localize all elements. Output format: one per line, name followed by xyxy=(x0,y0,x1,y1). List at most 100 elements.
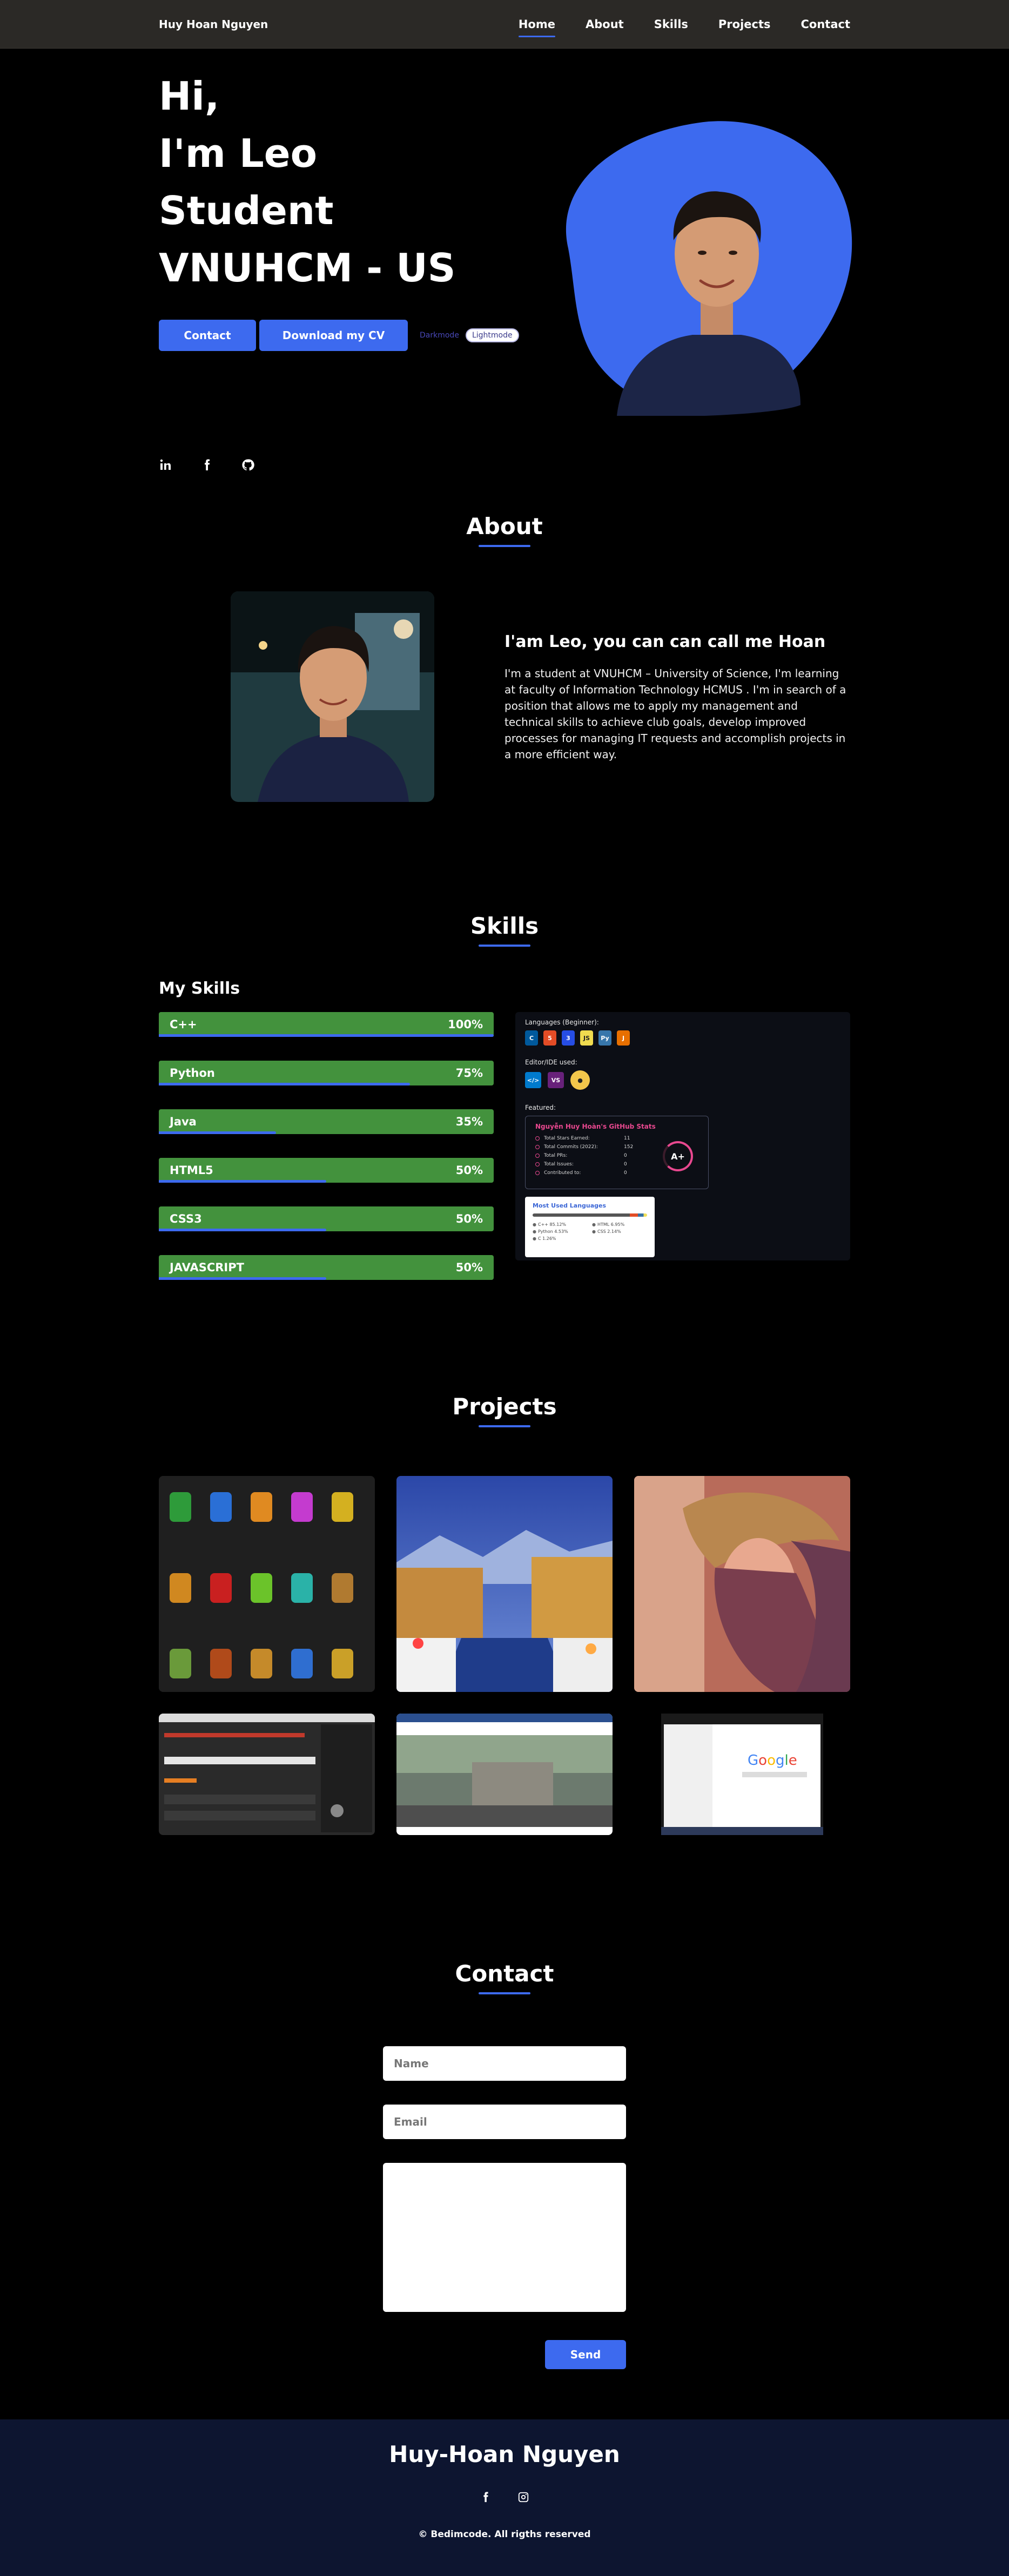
skill-percent: 100% xyxy=(448,1018,483,1031)
projects-title: Projects xyxy=(452,1393,557,1420)
pr-icon xyxy=(535,1154,540,1158)
message-textarea[interactable] xyxy=(383,2163,626,2312)
brand-logo[interactable]: Huy Hoan Nguyen xyxy=(159,18,268,31)
grade-ring: A+ xyxy=(663,1141,693,1171)
hero-line-3: Student xyxy=(159,188,334,233)
nav-item-contact[interactable]: Contact xyxy=(801,14,851,35)
about-heading: I'am Leo, you can can call me Hoan xyxy=(504,632,826,651)
name-input[interactable] xyxy=(383,2046,626,2081)
projects-grid: Google xyxy=(159,1476,850,1835)
skill-bar-javascript: JAVASCRIPT 50% xyxy=(159,1255,494,1280)
facebook-icon[interactable] xyxy=(480,2491,492,2505)
vscode-icon: </> xyxy=(525,1072,541,1088)
my-skills-heading: My Skills xyxy=(159,979,240,998)
skill-name: C++ xyxy=(170,1018,197,1031)
navbar: Huy Hoan Nguyen Home About Skills Projec… xyxy=(0,0,1009,49)
pycharm-icon: ● xyxy=(570,1070,590,1090)
about-section: About I'am Leo, you can can call me Hoan… xyxy=(0,481,1009,875)
java-icon: J xyxy=(617,1030,630,1046)
project-card-robots[interactable] xyxy=(159,1476,375,1692)
stat-label: Total Stars Earned: xyxy=(544,1136,590,1141)
projects-title-underline xyxy=(479,1425,530,1427)
javascript-icon: JS xyxy=(580,1030,593,1046)
skill-bar-css3: CSS3 50% xyxy=(159,1206,494,1231)
about-paragraph: I'm a student at VNUHCM – University of … xyxy=(504,667,846,761)
project-card-lena[interactable] xyxy=(634,1476,850,1692)
contact-section: Contact Send xyxy=(0,1933,1009,2419)
nav-item-home[interactable]: Home xyxy=(518,14,556,37)
hero-greeting: Hi, I'm Leo Student VNUHCM - US xyxy=(159,68,456,296)
svg-text:Google: Google xyxy=(748,1752,797,1769)
contact-button[interactable]: Contact xyxy=(159,320,256,351)
stat-label: Total Commits (2022): xyxy=(544,1144,598,1150)
hero-line-2: I'm Leo xyxy=(159,131,318,176)
skill-percent: 50% xyxy=(455,1164,483,1177)
linkedin-icon[interactable] xyxy=(159,458,173,472)
lang-bar xyxy=(533,1213,647,1217)
languages-label: Languages (Beginner): xyxy=(525,1019,599,1026)
about-photo xyxy=(231,591,434,802)
skill-bar-java: Java 35% xyxy=(159,1109,494,1134)
skill-name: JAVASCRIPT xyxy=(170,1261,244,1274)
email-input[interactable] xyxy=(383,2105,626,2139)
lang-item: CSS 2.14% xyxy=(592,1229,647,1234)
lang-item: Python 4.53% xyxy=(533,1229,588,1234)
stat-value: 152 xyxy=(624,1144,634,1150)
lang-item: C 1.26% xyxy=(533,1236,588,1241)
css3-icon: 3 xyxy=(562,1030,575,1046)
skill-bar-python: Python 75% xyxy=(159,1061,494,1085)
footer-social-links xyxy=(0,2491,1009,2505)
skill-name: Python xyxy=(170,1067,215,1080)
about-title: About xyxy=(466,513,543,540)
instagram-icon[interactable] xyxy=(517,2491,529,2505)
hero-line-4: VNUHCM - US xyxy=(159,245,456,291)
nav-item-skills[interactable]: Skills xyxy=(654,14,688,35)
stat-value: 0 xyxy=(624,1162,627,1167)
hero-section: Hi, I'm Leo Student VNUHCM - US Contact … xyxy=(0,49,1009,481)
stat-label: Contributed to: xyxy=(544,1170,581,1176)
stat-value: 0 xyxy=(624,1153,627,1158)
skill-bar-html5: HTML5 50% xyxy=(159,1158,494,1183)
project-card-forum[interactable] xyxy=(159,1714,375,1835)
skill-name: HTML5 xyxy=(170,1164,213,1177)
project-card-street[interactable] xyxy=(396,1714,613,1835)
star-icon xyxy=(535,1136,540,1141)
darkmode-label: Darkmode xyxy=(420,331,459,340)
projects-section: Projects Google xyxy=(0,1350,1009,1933)
facebook-icon[interactable] xyxy=(200,458,214,472)
github-stats: Nguyễn Huy Hoàn's GitHub Stats Total Sta… xyxy=(525,1116,709,1189)
lightmode-toggle[interactable]: Lightmode xyxy=(465,328,519,342)
github-icon[interactable] xyxy=(241,458,255,472)
send-button[interactable]: Send xyxy=(545,2340,626,2369)
skill-progress xyxy=(159,1277,326,1280)
skill-progress xyxy=(159,1229,326,1231)
commit-icon xyxy=(535,1145,540,1149)
skill-progress xyxy=(159,1131,276,1134)
nav-item-about[interactable]: About xyxy=(586,14,624,35)
lang-title: Most Used Languages xyxy=(533,1202,607,1209)
hero-actions: Contact Download my CV Darkmode Lightmod… xyxy=(159,320,519,351)
skill-percent: 50% xyxy=(455,1261,483,1274)
lang-legend: C++ 85.12% HTML 6.95% Python 4.53% CSS 2… xyxy=(533,1222,647,1241)
skill-progress xyxy=(159,1083,410,1085)
python-icon: Py xyxy=(598,1030,611,1046)
profile-blob-photo xyxy=(547,113,855,417)
download-cv-button[interactable]: Download my CV xyxy=(259,320,408,351)
repo-icon xyxy=(535,1171,540,1175)
skill-bar-cpp: C++ 100% xyxy=(159,1012,494,1037)
stat-row: Total Stars Earned: 11 xyxy=(535,1136,698,1141)
skill-name: Java xyxy=(170,1115,197,1128)
editors-label: Editor/IDE used: xyxy=(525,1058,577,1066)
contact-title-underline xyxy=(479,1992,530,1994)
most-used-languages: Most Used Languages C++ 85.12% HTML 6.95… xyxy=(525,1197,655,1257)
contact-title: Contact xyxy=(455,1960,554,1987)
project-card-google[interactable]: Google xyxy=(634,1714,850,1835)
copyright-text: © Bedimcode. All rigths reserved xyxy=(418,2529,591,2540)
nav-item-projects[interactable]: Projects xyxy=(718,14,771,35)
skill-progress xyxy=(159,1180,326,1183)
github-stats-title: Nguyễn Huy Hoàn's GitHub Stats xyxy=(535,1123,656,1130)
skills-title-underline xyxy=(479,945,530,947)
hero-line-1: Hi, xyxy=(159,73,220,119)
project-card-city-night[interactable] xyxy=(396,1476,613,1692)
featured-label: Featured: xyxy=(525,1104,556,1111)
